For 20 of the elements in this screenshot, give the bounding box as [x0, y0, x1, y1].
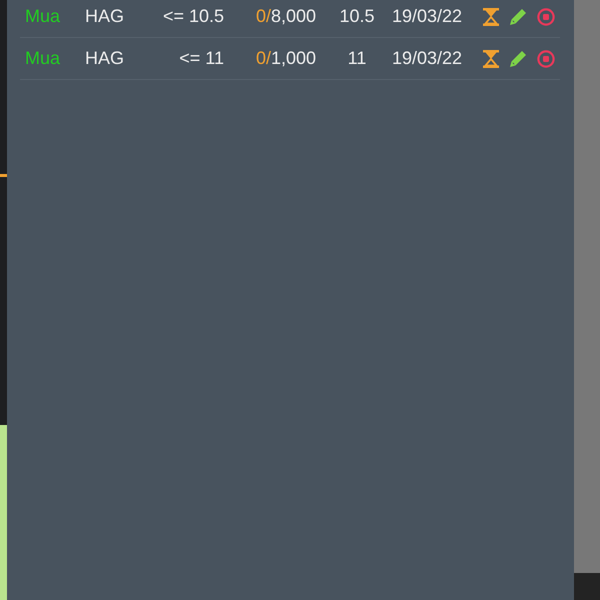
order-price: 11: [348, 47, 366, 70]
tab-underline: [0, 174, 7, 177]
order-side: Mua: [25, 5, 62, 28]
hourglass-icon: [483, 8, 499, 26]
pencil-icon[interactable]: [509, 50, 527, 68]
order-date: 19/03/22: [392, 47, 464, 70]
bottom-panel: [574, 573, 600, 600]
matched-quantity: 0/: [256, 5, 271, 28]
pencil-icon[interactable]: [509, 8, 527, 26]
order-side: Mua: [25, 47, 62, 70]
order-date: 19/03/22: [392, 5, 464, 28]
order-price: 10.5: [339, 5, 375, 28]
stock-symbol: HAG: [85, 47, 126, 70]
matched-quantity: 0/: [256, 47, 271, 70]
hourglass-icon: [483, 50, 499, 68]
price-condition: <= 10.5: [162, 5, 224, 28]
price-condition: <= 11: [178, 47, 224, 70]
order-quantity: 1,000: [270, 47, 316, 70]
stock-symbol: HAG: [85, 5, 126, 28]
order-quantity: 8,000: [270, 5, 316, 28]
